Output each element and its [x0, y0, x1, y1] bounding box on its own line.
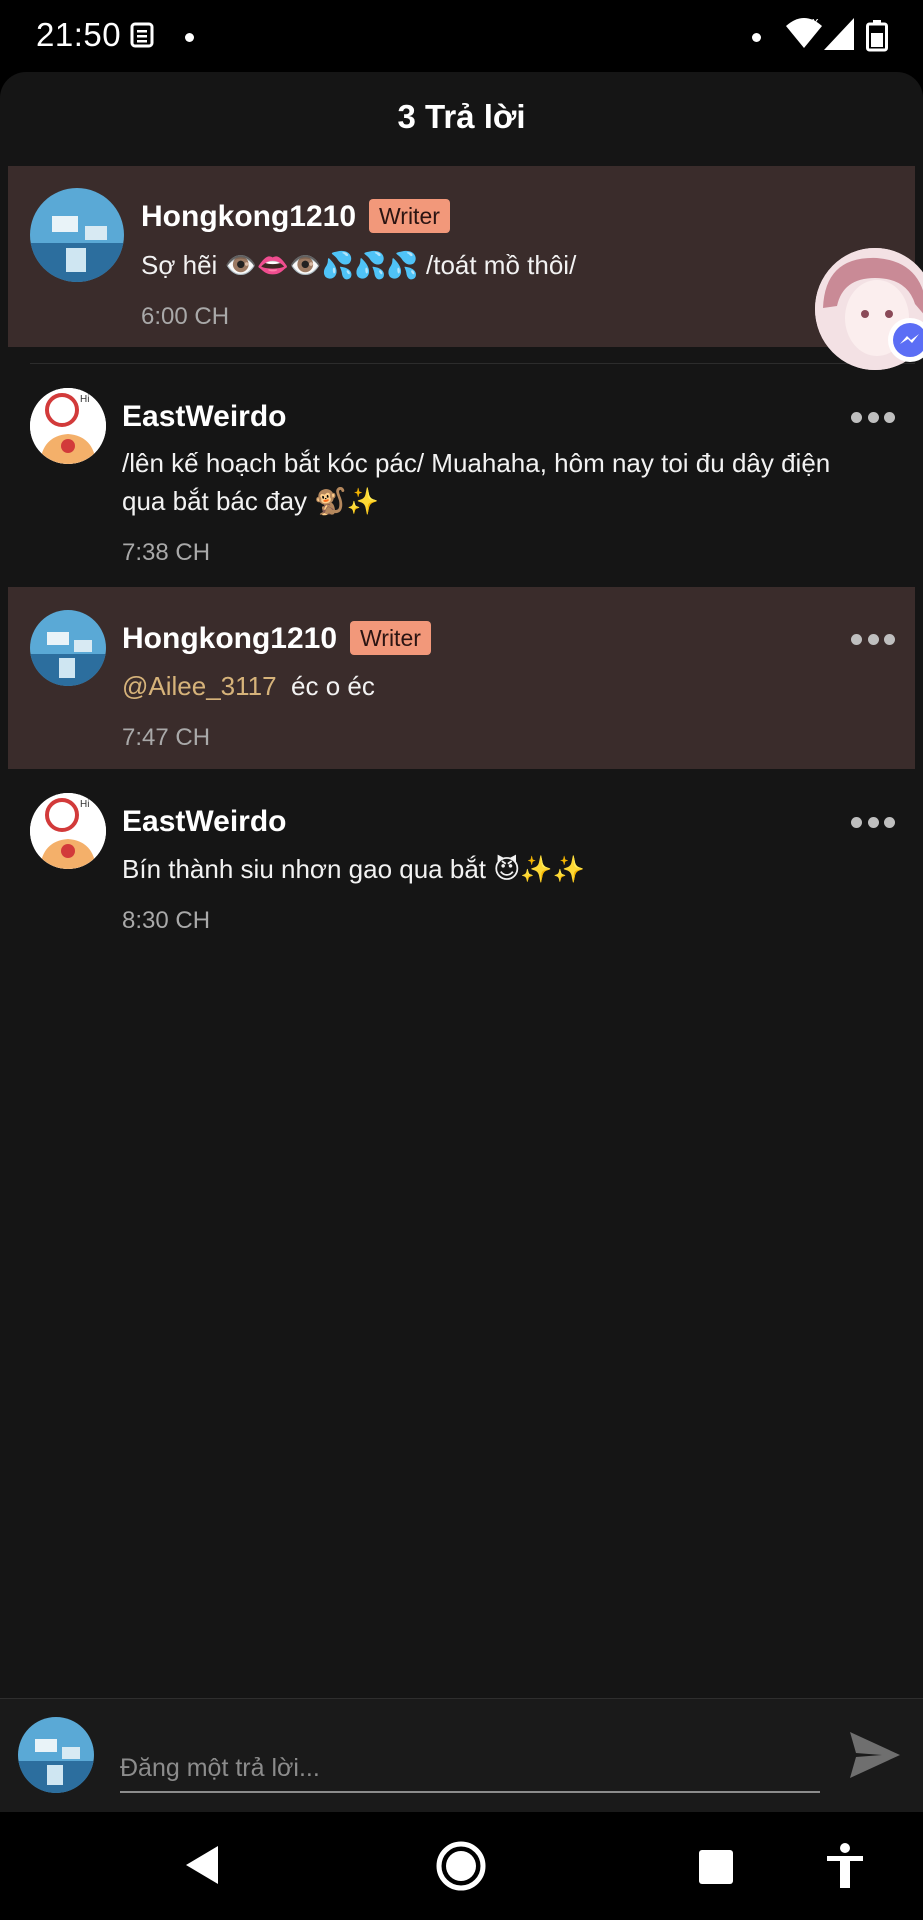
- svg-text:Hi: Hi: [80, 799, 89, 810]
- notification-dot: [752, 33, 761, 42]
- battery-icon: [866, 20, 888, 57]
- status-time: 21:50: [36, 16, 122, 53]
- notification-dot: [185, 33, 194, 42]
- writer-badge: Writer: [369, 199, 450, 233]
- comment-item[interactable]: Hongkong1210 Writer @Ailee_3117 éc o éc …: [8, 587, 915, 769]
- news-icon: [130, 22, 156, 53]
- comment-text: @Ailee_3117 éc o éc: [122, 667, 375, 706]
- system-nav-bar: [0, 1812, 923, 1920]
- comment-time: 7:38 CH: [122, 539, 211, 566]
- messenger-icon[interactable]: [888, 318, 923, 362]
- comment-text: Bín thành siu nhơn gao qua bắt 😈✨✨: [122, 854, 586, 884]
- back-icon[interactable]: [184, 1844, 220, 1891]
- author-name[interactable]: EastWeirdo: [122, 400, 287, 434]
- comment-item[interactable]: Hi EastWeirdo /lên kế hoạch bắt kóc pác/…: [8, 364, 915, 586]
- writer-badge: Writer: [350, 621, 431, 655]
- comment-time: 8:30 CH: [122, 907, 211, 934]
- comment-time: 6:00 CH: [141, 303, 230, 330]
- wifi-icon: x: [784, 14, 824, 55]
- avatar[interactable]: [30, 188, 124, 282]
- comment-time: 7:47 CH: [122, 724, 211, 751]
- sheet-title: 3 Trả lời: [397, 98, 526, 135]
- recents-icon[interactable]: [698, 1849, 734, 1890]
- svg-text:x: x: [812, 16, 819, 29]
- svg-text:Hi: Hi: [80, 394, 89, 405]
- author-name[interactable]: EastWeirdo: [122, 805, 287, 839]
- signal-icon: [822, 16, 856, 57]
- accessibility-icon[interactable]: [825, 1842, 865, 1895]
- author-name[interactable]: Hongkong1210: [141, 200, 356, 234]
- comment-text-line-2: qua bắt bác đay 🐒✨: [122, 486, 380, 516]
- status-bar: 21:50 x: [0, 0, 923, 72]
- send-icon[interactable]: [848, 1728, 902, 1787]
- more-options-icon[interactable]: [851, 410, 895, 424]
- comment-text-line-1: /lên kế hoạch bắt kóc pác/ Muahaha, hôm …: [122, 448, 831, 478]
- avatar[interactable]: Hi: [30, 793, 106, 869]
- comment-item[interactable]: Hi EastWeirdo Bín thành siu nhơn gao qua…: [8, 770, 915, 950]
- comment-item[interactable]: Hongkong1210 Writer Sợ hẽi 👁️👄👁️💦💦💦 /toá…: [8, 166, 915, 347]
- mention-link[interactable]: @Ailee_3117: [122, 671, 277, 701]
- avatar: [18, 1717, 94, 1793]
- home-icon[interactable]: [435, 1840, 487, 1897]
- more-options-icon[interactable]: [851, 632, 895, 646]
- more-options-icon[interactable]: [851, 815, 895, 829]
- avatar[interactable]: [30, 610, 106, 686]
- input-underline: [120, 1791, 820, 1793]
- author-name[interactable]: Hongkong1210: [122, 622, 337, 656]
- comment-text: Sợ hẽi 👁️👄👁️💦💦💦 /toát mồ thôi/: [141, 250, 577, 280]
- avatar[interactable]: Hi: [30, 388, 106, 464]
- reply-input[interactable]: Đăng một trả lời...: [120, 1754, 820, 1783]
- comment-text-content: éc o éc: [291, 671, 375, 701]
